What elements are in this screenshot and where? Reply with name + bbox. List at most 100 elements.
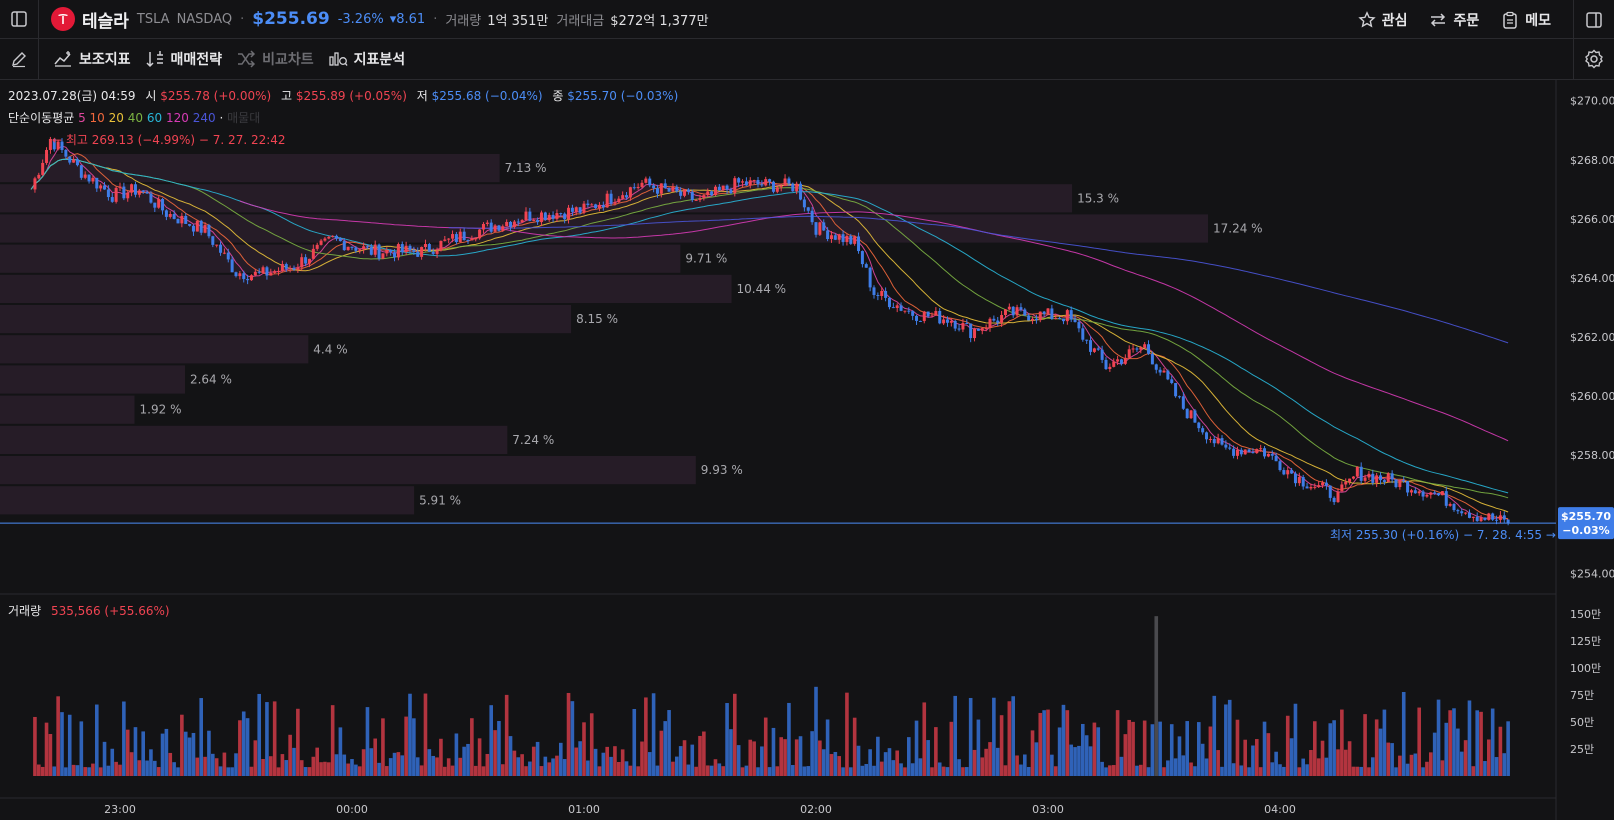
sidebar-toggle-icon[interactable] (0, 0, 38, 38)
candle (775, 187, 779, 192)
candle (1297, 477, 1301, 484)
volume-bar (1262, 721, 1267, 776)
volume-bar (1386, 742, 1391, 776)
candle (1359, 466, 1363, 481)
candle (655, 188, 659, 194)
candle (559, 213, 563, 215)
volume-bar (1355, 766, 1360, 776)
candle (1266, 453, 1270, 457)
volume-bar (473, 765, 478, 776)
volume-bar (1483, 761, 1487, 776)
strategy-button[interactable]: 매매전략 (145, 49, 222, 69)
volume-bar (647, 752, 652, 776)
candle (973, 328, 977, 339)
watchlist-button[interactable]: 관심 (1358, 10, 1407, 30)
volume-bar (702, 731, 706, 776)
volume-bar (632, 709, 637, 776)
candle (1336, 491, 1340, 503)
candle (1444, 491, 1448, 506)
candle (1502, 515, 1506, 520)
candle (1398, 480, 1402, 488)
right-panel-toggle-icon[interactable] (1574, 0, 1614, 39)
candle (1498, 515, 1502, 520)
volume-bar (481, 766, 486, 776)
volume-bar (802, 766, 807, 776)
candle (1027, 315, 1031, 321)
candle (551, 214, 555, 219)
volume-bar (671, 761, 675, 776)
volume-bar (446, 758, 451, 776)
compare-chart-button[interactable]: 비교차트 (236, 49, 314, 69)
volume-bar (941, 766, 946, 776)
volume-bar (767, 767, 772, 776)
volume-bar (709, 765, 714, 776)
candle (149, 193, 153, 203)
candle (485, 222, 489, 224)
candle (1425, 494, 1429, 497)
candle (760, 184, 764, 186)
volume-bar (1487, 739, 1491, 776)
volume-bar (338, 727, 343, 776)
volume-bar (110, 748, 115, 776)
ohlc-info: 2023.07.28(금) 04:59 시 $255.78 (+0.00%) 고… (8, 89, 679, 103)
pen-icon[interactable] (0, 39, 38, 79)
candle (161, 199, 165, 211)
moving-average-legend[interactable]: 단순이동평균 5 10 20 40 60 120 240 · 매물대 (8, 109, 260, 126)
volume-bar (265, 702, 269, 776)
volume-bar (288, 734, 292, 776)
candle (1278, 461, 1282, 471)
candle (949, 320, 953, 323)
volume-bar (1313, 721, 1317, 776)
candle (1351, 476, 1355, 479)
candle (1216, 438, 1220, 444)
candle (710, 191, 714, 196)
volume-bar (334, 754, 339, 776)
candle (1108, 366, 1112, 369)
candle (323, 238, 327, 241)
volume-bar (1131, 721, 1135, 776)
volume-bar (1057, 727, 1062, 776)
volume-bar (949, 721, 954, 776)
indicator-button[interactable]: 보조지표 (53, 49, 131, 69)
candle (1255, 448, 1259, 454)
volume-bar (501, 764, 505, 776)
candle (1038, 311, 1042, 321)
candle (257, 271, 261, 273)
candle (625, 195, 629, 198)
volume-bar (1378, 728, 1383, 776)
candle (725, 185, 729, 190)
header-bar: 테슬라 TSLA NASDAQ · $255.69 -3.26% ▾8.61 ·… (0, 0, 1614, 39)
volume-bar (1038, 712, 1043, 776)
volume-profile-label: 9.71 % (685, 252, 727, 266)
volume-bar (578, 741, 582, 776)
candle (319, 240, 323, 245)
memo-button[interactable]: 메모 (1501, 10, 1551, 30)
volume-bar (1046, 709, 1050, 776)
candle (106, 189, 110, 198)
candle (706, 191, 710, 196)
settings-gear-icon[interactable] (1574, 39, 1614, 79)
volume-bar (435, 757, 439, 776)
volume-bar (907, 737, 911, 776)
candle (157, 199, 161, 208)
candle (957, 328, 961, 330)
candle (79, 165, 83, 178)
indicator-analysis-button[interactable]: 지표분석 (328, 49, 405, 69)
candle (1181, 396, 1185, 409)
volume-bar (462, 746, 466, 776)
candle (68, 156, 72, 163)
candle (478, 229, 482, 239)
candle (41, 162, 45, 175)
candle (1092, 348, 1096, 352)
order-button[interactable]: 주문 (1429, 10, 1479, 30)
candle (532, 220, 536, 222)
ma-10: 10 (89, 111, 105, 125)
volume-bar (1181, 755, 1186, 776)
volume-profile-label: 10.44 % (737, 282, 787, 296)
chart-area[interactable]: 7.13 % 15.3 % 17.24 % 9.71 % 10.44 % 8.15 % 4.… (0, 80, 1614, 820)
candle (891, 307, 895, 309)
candle (640, 182, 644, 187)
candle (1467, 512, 1471, 518)
volume-profile-bar (0, 335, 309, 364)
candle (408, 245, 412, 251)
